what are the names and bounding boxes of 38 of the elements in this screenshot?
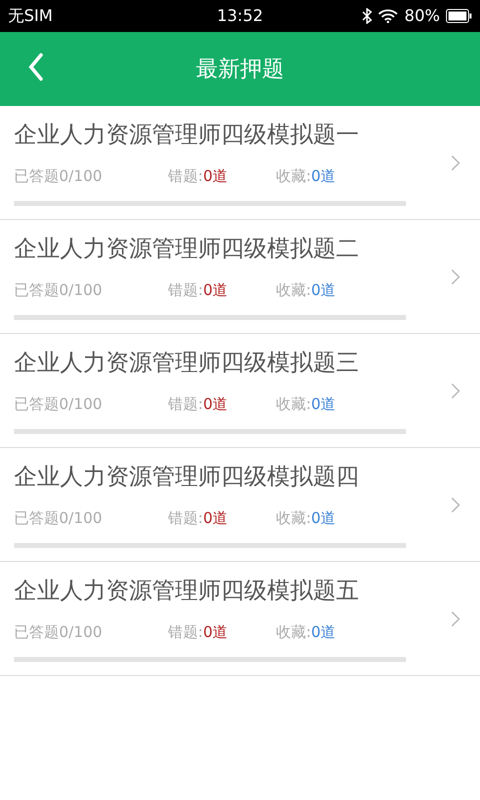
answered-count: 已答题0/100 [14, 168, 104, 184]
wrong-count: 错题:0道 [168, 510, 229, 526]
answered-count: 已答题0/100 [14, 396, 104, 412]
exam-title: 企业人力资源管理师四级模拟题三 [14, 352, 360, 374]
favorite-count: 收藏:0道 [276, 624, 336, 640]
back-icon [28, 53, 44, 81]
exam-list-item[interactable]: 企业人力资源管理师四级模拟题三 已答题0/100 错题:0道 收藏:0道 [0, 334, 480, 448]
answered-count: 已答题0/100 [14, 624, 104, 640]
exam-title: 企业人力资源管理师四级模拟题一 [14, 124, 360, 146]
exam-title: 企业人力资源管理师四级模拟题四 [14, 466, 360, 488]
exam-list-item[interactable]: 企业人力资源管理师四级模拟题四 已答题0/100 错题:0道 收藏:0道 [0, 448, 480, 562]
chevron-right-icon [451, 610, 460, 626]
clock: 13:52 [216, 5, 264, 27]
chevron-right-icon [451, 268, 460, 284]
wrong-count: 错题:0道 [168, 624, 229, 640]
wrong-count: 错题:0道 [168, 168, 229, 184]
favorite-count: 收藏:0道 [276, 168, 336, 184]
answered-count: 已答题0/100 [14, 282, 104, 298]
favorite-count: 收藏:0道 [276, 396, 336, 412]
chevron-right-icon [451, 496, 460, 512]
battery-icon [446, 9, 472, 23]
battery-percent: 80% [404, 5, 440, 27]
exam-title: 企业人力资源管理师四级模拟题二 [14, 238, 360, 260]
favorite-count: 收藏:0道 [276, 510, 336, 526]
page-title: 最新押题 [196, 56, 284, 84]
exam-list-item[interactable]: 企业人力资源管理师四级模拟题二 已答题0/100 错题:0道 收藏:0道 [0, 220, 480, 334]
wifi-icon [378, 9, 398, 23]
wrong-count: 错题:0道 [168, 396, 229, 412]
exam-title: 企业人力资源管理师四级模拟题五 [14, 580, 360, 602]
carrier: 无SIM [8, 5, 54, 27]
answered-count: 已答题0/100 [14, 510, 104, 526]
exam-list-item[interactable]: 企业人力资源管理师四级模拟题一 已答题0/100 错题:0道 收藏:0道 [0, 106, 480, 220]
wrong-count: 错题:0道 [168, 282, 229, 298]
chevron-right-icon [451, 154, 460, 170]
favorite-count: 收藏:0道 [276, 282, 336, 298]
bluetooth-icon [362, 8, 372, 24]
exam-list-item[interactable]: 企业人力资源管理师四级模拟题五 已答题0/100 错题:0道 收藏:0道 [0, 562, 480, 676]
chevron-right-icon [451, 382, 460, 398]
